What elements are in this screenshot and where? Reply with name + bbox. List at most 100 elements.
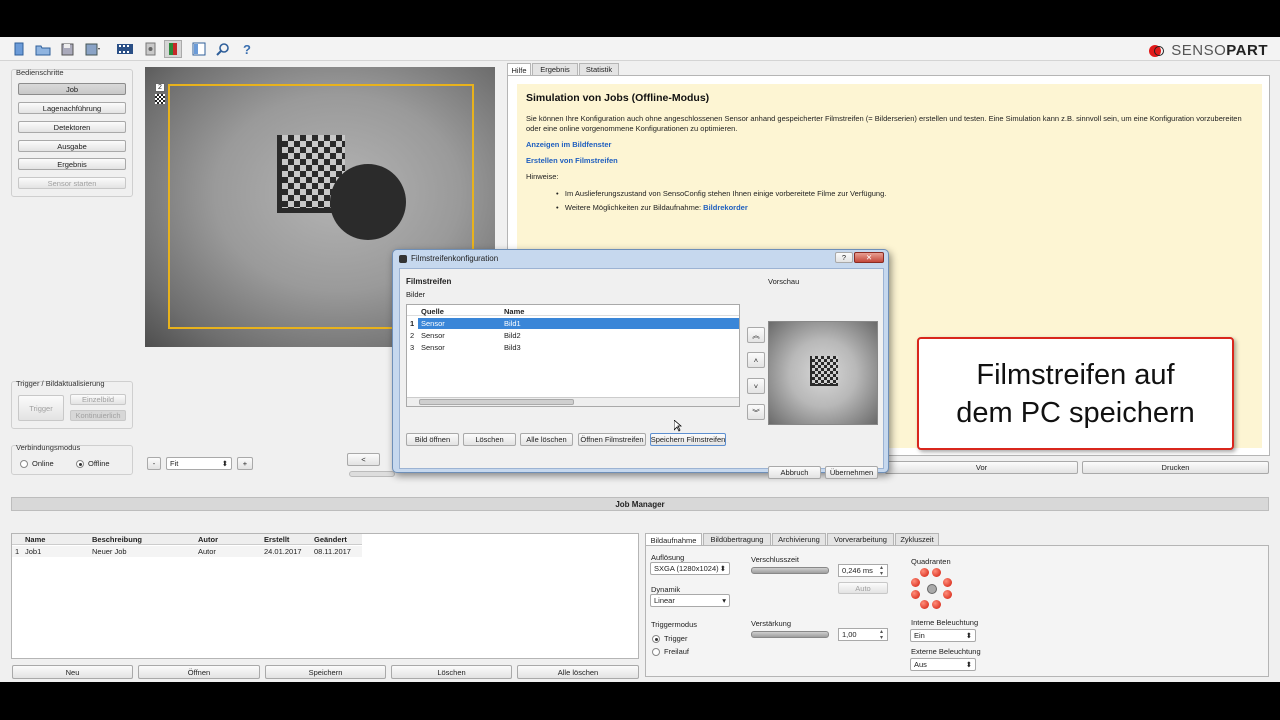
chevron-up-icon: ˄ — [753, 355, 759, 365]
led-center[interactable] — [927, 584, 937, 594]
zoom-in-button[interactable]: + — [237, 457, 253, 470]
led-6[interactable] — [943, 590, 952, 599]
shutter-slider[interactable] — [751, 567, 829, 574]
list-item[interactable]: 1 Sensor Bild1 — [407, 318, 739, 329]
move-top-button[interactable]: ︽ — [747, 327, 765, 343]
led-1[interactable] — [920, 568, 929, 577]
tab-cycle-time[interactable]: Zykluszeit — [895, 533, 939, 545]
trigger-mode-trigger-radio[interactable]: Trigger — [652, 634, 687, 643]
help-bullet-1-text: Im Auslieferungszustand von SensoConfig … — [564, 189, 887, 198]
shutter-auto-button[interactable]: Auto — [838, 582, 888, 594]
zoom-out-button[interactable]: - — [147, 457, 161, 470]
external-light-select[interactable]: Aus ⬍ — [910, 658, 976, 671]
help-link-filmstrip[interactable]: Erstellen von Filmstreifen — [526, 156, 1253, 165]
delete-job-button[interactable]: Löschen — [391, 665, 512, 679]
move-bottom-button[interactable]: ︾ — [747, 404, 765, 420]
tab-result[interactable]: Ergebnis — [532, 63, 578, 75]
shutter-spinbox[interactable]: 0,246 ms — [838, 564, 888, 577]
open-icon[interactable] — [34, 40, 52, 58]
tab-archiving[interactable]: Archivierung — [772, 533, 826, 545]
trigger-button[interactable]: Trigger — [18, 395, 64, 421]
dialog-help-button[interactable]: ? — [835, 252, 853, 263]
step-job-button[interactable]: Job — [18, 83, 126, 95]
move-down-button[interactable]: ˅ — [747, 378, 765, 394]
scrollbar-thumb[interactable] — [419, 399, 574, 405]
dynamic-select[interactable]: Linear ▾ — [650, 594, 730, 607]
resolution-select[interactable]: SXGA (1280x1024) ⬍ — [650, 562, 730, 575]
step-result-button[interactable]: Ergebnis — [18, 158, 126, 170]
chevron-down-icon: ▾ — [722, 596, 726, 605]
gain-slider[interactable] — [751, 631, 829, 638]
quadrant-leds[interactable] — [908, 567, 956, 613]
list-item[interactable]: 3 Sensor Bild3 — [407, 342, 739, 353]
dark-disc — [330, 164, 406, 240]
new-job-button[interactable]: Neu — [12, 665, 133, 679]
step-output-button[interactable]: Ausgabe — [18, 140, 126, 152]
filmstrip-icon[interactable] — [116, 40, 134, 58]
image-slider[interactable] — [349, 471, 395, 477]
online-radio[interactable]: Online — [20, 459, 54, 468]
sensor-icon[interactable] — [141, 40, 159, 58]
move-up-button[interactable]: ˄ — [747, 352, 765, 368]
continuous-button[interactable]: Kontinuierlich — [70, 410, 126, 421]
led-3[interactable] — [911, 578, 920, 587]
zoom-select[interactable]: Fit ⬍ — [166, 457, 232, 470]
delete-all-jobs-button[interactable]: Alle löschen — [517, 665, 639, 679]
save-job-button[interactable]: Speichern — [265, 665, 386, 679]
internal-light-select[interactable]: Ein ⬍ — [910, 629, 976, 642]
print-button[interactable]: Drucken — [1082, 461, 1269, 474]
image-list[interactable]: Quelle Name 1 Sensor Bild1 2 Sensor Bild… — [406, 304, 740, 407]
trigger-mode-free-radio[interactable]: Freilauf — [652, 647, 689, 656]
col-source: Quelle — [421, 307, 444, 316]
save-filmstrip-button[interactable]: Speichern Filmstreifen — [650, 433, 726, 446]
save-as-icon[interactable] — [84, 40, 102, 58]
led-2[interactable] — [932, 568, 941, 577]
help-link-display[interactable]: Anzeigen im Bildfenster — [526, 140, 1253, 149]
cancel-button[interactable]: Abbruch — [768, 466, 821, 479]
job-author-cell: Autor — [198, 547, 216, 556]
app-window: ? SENSOPART Bedienschritte Job Lagenachf… — [0, 37, 1280, 682]
trigger-mode-free-circle[interactable] — [652, 647, 660, 656]
row-index: 1 — [410, 319, 415, 328]
delete-all-images-button[interactable]: Alle löschen — [520, 433, 573, 446]
online-radio-circle[interactable] — [20, 459, 28, 468]
tab-preprocessing[interactable]: Vorverarbeitung — [827, 533, 894, 545]
open-job-button[interactable]: Öffnen — [138, 665, 260, 679]
start-sensor-button[interactable]: Sensor starten — [18, 177, 126, 189]
help-icon[interactable]: ? — [238, 40, 256, 58]
tab-statistics[interactable]: Statistik — [579, 63, 619, 75]
offline-radio-circle[interactable] — [76, 459, 84, 468]
new-icon[interactable] — [10, 40, 28, 58]
step-detectors-button[interactable]: Detektoren — [18, 121, 126, 133]
apply-button[interactable]: Übernehmen — [825, 466, 878, 479]
single-image-button[interactable]: Einzelbild — [70, 394, 126, 405]
save-icon[interactable] — [58, 40, 76, 58]
layout-icon[interactable] — [190, 40, 208, 58]
step-position-tracking-button[interactable]: Lagenachführung — [18, 102, 126, 114]
trigger-icon[interactable] — [164, 40, 182, 58]
table-row[interactable]: 1 Job1 Neuer Job Autor 24.01.2017 08.11.… — [12, 546, 362, 557]
dialog-body: Filmstreifen Bilder Vorschau Quelle Name… — [399, 268, 884, 479]
prev-image-button[interactable]: < — [347, 453, 380, 466]
led-7[interactable] — [920, 600, 929, 609]
brand-logo: SENSOPART — [1149, 42, 1268, 59]
open-filmstrip-button[interactable]: Öffnen Filmstreifen — [578, 433, 646, 446]
forward-button[interactable]: Vor — [885, 461, 1078, 474]
help-link-recorder[interactable]: Bildrekorder — [703, 203, 748, 212]
gain-spinbox[interactable]: 1,00 — [838, 628, 888, 641]
job-table[interactable]: Name Beschreibung Autor Erstellt Geänder… — [11, 533, 639, 659]
trigger-mode-trigger-circle[interactable] — [652, 634, 660, 643]
offline-radio[interactable]: Offline — [76, 459, 110, 468]
delete-image-button[interactable]: Löschen — [463, 433, 516, 446]
search-icon[interactable] — [214, 40, 232, 58]
tab-image-transfer[interactable]: Bildübertragung — [703, 533, 771, 545]
led-8[interactable] — [932, 600, 941, 609]
list-item[interactable]: 2 Sensor Bild2 — [407, 330, 739, 341]
external-light-label: Externe Beleuchtung — [911, 647, 981, 656]
external-light-value: Aus — [914, 660, 927, 669]
led-5[interactable] — [911, 590, 920, 599]
horizontal-scrollbar[interactable] — [407, 397, 739, 406]
dialog-close-button[interactable]: ✕ — [854, 252, 884, 263]
led-4[interactable] — [943, 578, 952, 587]
open-image-button[interactable]: Bild öffnen — [406, 433, 459, 446]
